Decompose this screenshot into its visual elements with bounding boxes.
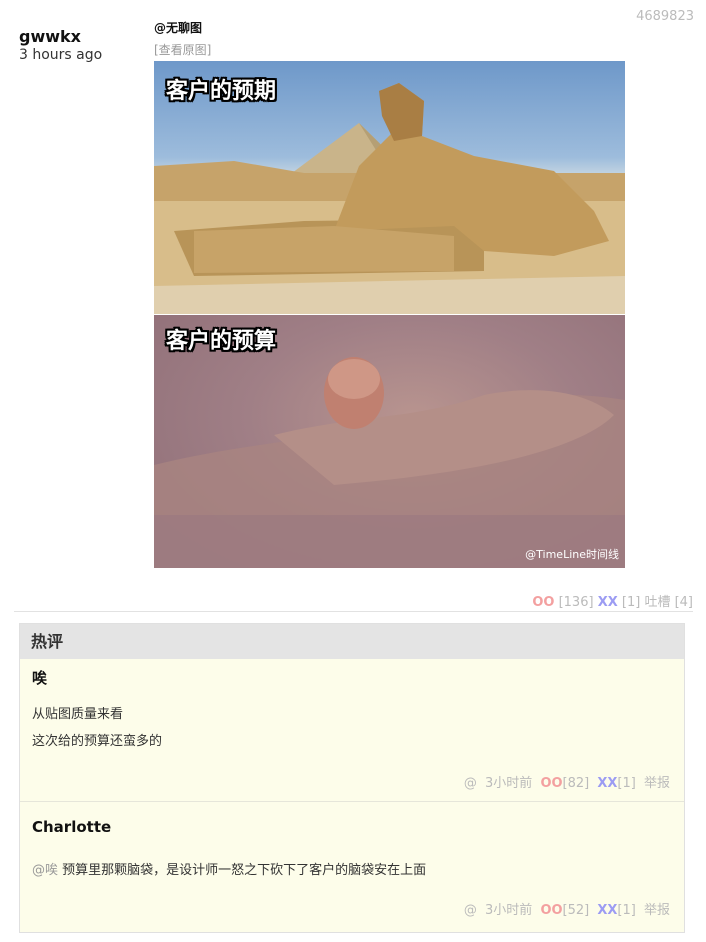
post-time: 3 hours ago bbox=[19, 47, 103, 63]
comment-item: 唉 从贴图质量来看 这次给的预算还蛮多的 @ 3小时前 OO[82] XX[1]… bbox=[20, 659, 684, 802]
post-xx-count: [1] bbox=[621, 595, 641, 610]
comment-xx-count: [1] bbox=[617, 903, 636, 918]
comment-item: Charlotte @唉 预算里那颗脑袋，是设计师一怒之下砍下了客户的脑袋安在上… bbox=[20, 802, 684, 930]
comment-time: 3小时前 bbox=[485, 776, 533, 791]
comment-oo-button[interactable]: OO bbox=[540, 903, 562, 918]
mention-tag[interactable]: @无聊图 bbox=[154, 20, 625, 36]
comment-text: 预算里那颗脑袋，是设计师一怒之下砍下了客户的脑袋安在上面 bbox=[62, 863, 427, 878]
comment-oo-button[interactable]: OO bbox=[540, 776, 562, 791]
post-oo-button[interactable]: OO bbox=[532, 595, 554, 610]
meme-top-caption: 客户的预期 bbox=[166, 79, 277, 104]
image-watermark: @TimeLine时间线 bbox=[525, 548, 619, 561]
report-link[interactable]: 举报 bbox=[644, 903, 670, 918]
comment-meta: @ 3小时前 OO[82] XX[1] 举报 bbox=[460, 772, 670, 791]
comment-xx-count: [1] bbox=[617, 776, 636, 791]
post-content: @无聊图 [查看原图] 客户的预期 客户的预算 @TimeLine时间线 bbox=[154, 20, 625, 568]
reply-at-button[interactable]: @ bbox=[464, 903, 477, 918]
post-divider bbox=[14, 611, 693, 612]
view-original-link[interactable]: [查看原图] bbox=[154, 42, 625, 58]
post-votes: OO [136] XX [1] 吐槽 [4] bbox=[532, 591, 693, 610]
comment-line: 从贴图质量来看 bbox=[32, 707, 124, 722]
author-block: gwwkx 3 hours ago bbox=[19, 28, 102, 64]
comment-time: 3小时前 bbox=[485, 903, 533, 918]
report-link[interactable]: 举报 bbox=[644, 776, 670, 791]
comment-body: @唉 预算里那颗脑袋，是设计师一怒之下砍下了客户的脑袋安在上面 bbox=[32, 857, 426, 884]
post-id: 4689823 bbox=[636, 9, 694, 24]
comment-oo-count: [52] bbox=[562, 903, 590, 918]
post-xx-button[interactable]: XX bbox=[598, 595, 618, 610]
comment-line: 这次给的预算还蛮多的 bbox=[32, 734, 163, 749]
comment-xx-button[interactable]: XX bbox=[597, 903, 617, 918]
hot-comments-header: 热评 bbox=[20, 624, 684, 659]
hot-comments-box: 热评 唉 从贴图质量来看 这次给的预算还蛮多的 @ 3小时前 OO[82] XX… bbox=[19, 623, 685, 933]
meme-image[interactable]: 客户的预期 客户的预算 @TimeLine时间线 bbox=[154, 61, 625, 568]
meme-bottom-caption: 客户的预算 bbox=[166, 329, 277, 354]
author-name[interactable]: gwwkx bbox=[19, 28, 102, 46]
reply-at-button[interactable]: @ bbox=[464, 776, 477, 791]
comment-xx-button[interactable]: XX bbox=[597, 776, 617, 791]
comment-author[interactable]: 唉 bbox=[32, 667, 47, 688]
comment-author[interactable]: Charlotte bbox=[32, 818, 111, 836]
comment-oo-count: [82] bbox=[562, 776, 590, 791]
sphinx-panel: 客户的预期 bbox=[154, 61, 625, 314]
reply-mention-link[interactable]: @唉 bbox=[32, 863, 58, 878]
sand-panel: 客户的预算 @TimeLine时间线 bbox=[154, 315, 625, 568]
tucao-link[interactable]: 吐槽 [4] bbox=[644, 595, 693, 610]
comment-meta: @ 3小时前 OO[52] XX[1] 举报 bbox=[460, 899, 670, 918]
post-oo-count: [136] bbox=[558, 595, 594, 610]
comment-body: 从贴图质量来看 这次给的预算还蛮多的 bbox=[32, 701, 162, 755]
